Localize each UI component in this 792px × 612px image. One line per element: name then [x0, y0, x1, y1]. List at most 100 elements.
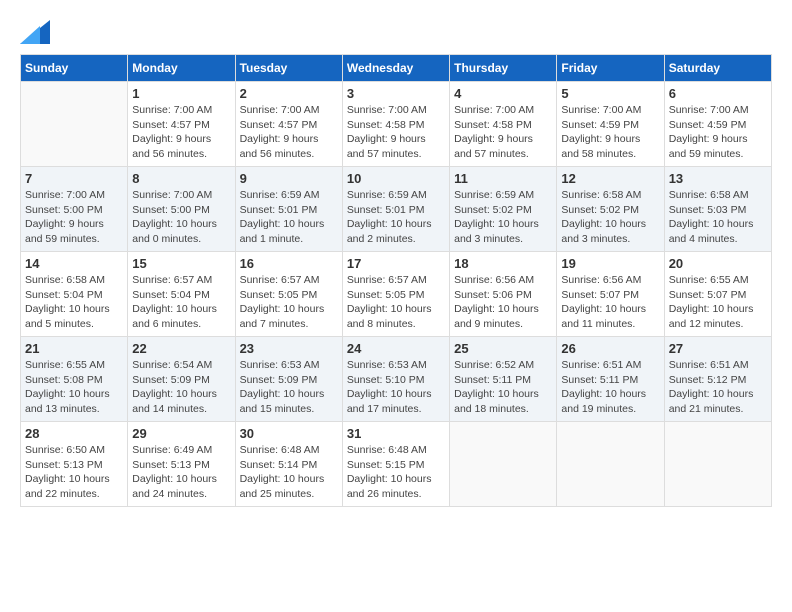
day-header-saturday: Saturday	[664, 55, 771, 82]
calendar-cell: 10Sunrise: 6:59 AMSunset: 5:01 PMDayligh…	[342, 167, 449, 252]
day-header-monday: Monday	[128, 55, 235, 82]
calendar-cell: 24Sunrise: 6:53 AMSunset: 5:10 PMDayligh…	[342, 337, 449, 422]
day-info: Sunrise: 6:54 AMSunset: 5:09 PMDaylight:…	[132, 358, 230, 417]
calendar-week-row: 14 Sunrise: 6:58 AMSunset: 5:04 PMDayligh…	[21, 252, 772, 337]
day-info: Sunrise: 6:49 AMSunset: 5:13 PMDaylight:…	[132, 443, 230, 502]
calendar-cell: 31 Sunrise: 6:48 AMSunset: 5:15 PMDayligh…	[342, 422, 449, 507]
calendar-cell	[21, 82, 128, 167]
calendar: SundayMondayTuesdayWednesdayThursdayFrid…	[20, 54, 772, 507]
calendar-header-row: SundayMondayTuesdayWednesdayThursdayFrid…	[21, 55, 772, 82]
day-number: 29	[132, 426, 230, 441]
day-info: Sunrise: 6:53 AMSunset: 5:09 PMDaylight:…	[240, 358, 338, 417]
day-number: 25	[454, 341, 552, 356]
calendar-week-row: 1 Sunrise: 7:00 AMSunset: 4:57 PMDaylight…	[21, 82, 772, 167]
day-number: 6	[669, 86, 767, 101]
calendar-week-row: 28 Sunrise: 6:50 AMSunset: 5:13 PMDayligh…	[21, 422, 772, 507]
day-info: Sunrise: 6:56 AMSunset: 5:06 PMDaylight:…	[454, 273, 552, 332]
calendar-cell: 28 Sunrise: 6:50 AMSunset: 5:13 PMDayligh…	[21, 422, 128, 507]
calendar-cell: 18Sunrise: 6:56 AMSunset: 5:06 PMDayligh…	[450, 252, 557, 337]
calendar-cell: 5 Sunrise: 7:00 AMSunset: 4:59 PMDaylight…	[557, 82, 664, 167]
day-info: Sunrise: 6:58 AMSunset: 5:02 PMDaylight:…	[561, 188, 659, 247]
calendar-cell: 20 Sunrise: 6:55 AMSunset: 5:07 PMDayligh…	[664, 252, 771, 337]
day-info: Sunrise: 7:00 AMSunset: 4:58 PMDaylight:…	[347, 103, 445, 162]
day-header-wednesday: Wednesday	[342, 55, 449, 82]
calendar-cell: 27 Sunrise: 6:51 AMSunset: 5:12 PMDayligh…	[664, 337, 771, 422]
calendar-cell: 11 Sunrise: 6:59 AMSunset: 5:02 PMDayligh…	[450, 167, 557, 252]
day-info: Sunrise: 6:51 AMSunset: 5:11 PMDaylight:…	[561, 358, 659, 417]
day-info: Sunrise: 6:59 AMSunset: 5:02 PMDaylight:…	[454, 188, 552, 247]
calendar-cell: 29 Sunrise: 6:49 AMSunset: 5:13 PMDayligh…	[128, 422, 235, 507]
day-number: 27	[669, 341, 767, 356]
day-header-thursday: Thursday	[450, 55, 557, 82]
day-info: Sunrise: 6:48 AMSunset: 5:15 PMDaylight:…	[347, 443, 445, 502]
calendar-cell: 2 Sunrise: 7:00 AMSunset: 4:57 PMDaylight…	[235, 82, 342, 167]
day-info: Sunrise: 6:57 AMSunset: 5:04 PMDaylight:…	[132, 273, 230, 332]
day-header-tuesday: Tuesday	[235, 55, 342, 82]
calendar-cell: 9 Sunrise: 6:59 AMSunset: 5:01 PMDaylight…	[235, 167, 342, 252]
day-info: Sunrise: 7:00 AMSunset: 4:59 PMDaylight:…	[669, 103, 767, 162]
day-info: Sunrise: 6:58 AMSunset: 5:04 PMDaylight:…	[25, 273, 123, 332]
day-number: 30	[240, 426, 338, 441]
calendar-cell: 26 Sunrise: 6:51 AMSunset: 5:11 PMDayligh…	[557, 337, 664, 422]
day-info: Sunrise: 6:57 AMSunset: 5:05 PMDaylight:…	[240, 273, 338, 332]
calendar-cell	[450, 422, 557, 507]
calendar-week-row: 21Sunrise: 6:55 AMSunset: 5:08 PMDayligh…	[21, 337, 772, 422]
day-info: Sunrise: 6:57 AMSunset: 5:05 PMDaylight:…	[347, 273, 445, 332]
day-info: Sunrise: 7:00 AMSunset: 4:59 PMDaylight:…	[561, 103, 659, 162]
calendar-cell: 6 Sunrise: 7:00 AMSunset: 4:59 PMDaylight…	[664, 82, 771, 167]
day-number: 2	[240, 86, 338, 101]
calendar-cell: 21Sunrise: 6:55 AMSunset: 5:08 PMDayligh…	[21, 337, 128, 422]
day-info: Sunrise: 6:55 AMSunset: 5:07 PMDaylight:…	[669, 273, 767, 332]
day-info: Sunrise: 6:59 AMSunset: 5:01 PMDaylight:…	[240, 188, 338, 247]
day-number: 9	[240, 171, 338, 186]
day-number: 5	[561, 86, 659, 101]
day-info: Sunrise: 6:51 AMSunset: 5:12 PMDaylight:…	[669, 358, 767, 417]
day-info: Sunrise: 6:48 AMSunset: 5:14 PMDaylight:…	[240, 443, 338, 502]
day-number: 12	[561, 171, 659, 186]
day-number: 28	[25, 426, 123, 441]
calendar-cell: 25 Sunrise: 6:52 AMSunset: 5:11 PMDayligh…	[450, 337, 557, 422]
calendar-cell: 13 Sunrise: 6:58 AMSunset: 5:03 PMDayligh…	[664, 167, 771, 252]
logo-icon	[20, 20, 50, 44]
day-header-sunday: Sunday	[21, 55, 128, 82]
calendar-cell: 22 Sunrise: 6:54 AMSunset: 5:09 PMDayligh…	[128, 337, 235, 422]
calendar-cell: 16 Sunrise: 6:57 AMSunset: 5:05 PMDayligh…	[235, 252, 342, 337]
day-number: 11	[454, 171, 552, 186]
day-number: 8	[132, 171, 230, 186]
calendar-cell	[557, 422, 664, 507]
day-number: 16	[240, 256, 338, 271]
day-number: 19	[561, 256, 659, 271]
calendar-cell: 12 Sunrise: 6:58 AMSunset: 5:02 PMDayligh…	[557, 167, 664, 252]
day-number: 14	[25, 256, 123, 271]
day-number: 23	[240, 341, 338, 356]
day-number: 13	[669, 171, 767, 186]
calendar-cell: 4Sunrise: 7:00 AMSunset: 4:58 PMDaylight…	[450, 82, 557, 167]
day-number: 10	[347, 171, 445, 186]
day-info: Sunrise: 7:00 AMSunset: 5:00 PMDaylight:…	[25, 188, 123, 247]
calendar-cell: 3 Sunrise: 7:00 AMSunset: 4:58 PMDaylight…	[342, 82, 449, 167]
day-number: 20	[669, 256, 767, 271]
day-info: Sunrise: 6:53 AMSunset: 5:10 PMDaylight:…	[347, 358, 445, 417]
day-number: 26	[561, 341, 659, 356]
calendar-cell: 8 Sunrise: 7:00 AMSunset: 5:00 PMDaylight…	[128, 167, 235, 252]
day-number: 21	[25, 341, 123, 356]
day-info: Sunrise: 6:58 AMSunset: 5:03 PMDaylight:…	[669, 188, 767, 247]
day-info: Sunrise: 7:00 AMSunset: 4:57 PMDaylight:…	[240, 103, 338, 162]
day-number: 31	[347, 426, 445, 441]
day-number: 3	[347, 86, 445, 101]
calendar-cell: 15 Sunrise: 6:57 AMSunset: 5:04 PMDayligh…	[128, 252, 235, 337]
calendar-cell: 17Sunrise: 6:57 AMSunset: 5:05 PMDayligh…	[342, 252, 449, 337]
calendar-cell: 7 Sunrise: 7:00 AMSunset: 5:00 PMDaylight…	[21, 167, 128, 252]
day-number: 15	[132, 256, 230, 271]
calendar-cell: 1Sunrise: 7:00 AMSunset: 4:57 PMDaylight…	[128, 82, 235, 167]
day-number: 7	[25, 171, 123, 186]
day-info: Sunrise: 6:50 AMSunset: 5:13 PMDaylight:…	[25, 443, 123, 502]
calendar-cell	[664, 422, 771, 507]
calendar-cell: 14 Sunrise: 6:58 AMSunset: 5:04 PMDayligh…	[21, 252, 128, 337]
day-number: 1	[132, 86, 230, 101]
day-info: Sunrise: 7:00 AMSunset: 4:58 PMDaylight:…	[454, 103, 552, 162]
day-info: Sunrise: 6:56 AMSunset: 5:07 PMDaylight:…	[561, 273, 659, 332]
day-info: Sunrise: 7:00 AMSunset: 5:00 PMDaylight:…	[132, 188, 230, 247]
day-info: Sunrise: 6:52 AMSunset: 5:11 PMDaylight:…	[454, 358, 552, 417]
day-number: 22	[132, 341, 230, 356]
